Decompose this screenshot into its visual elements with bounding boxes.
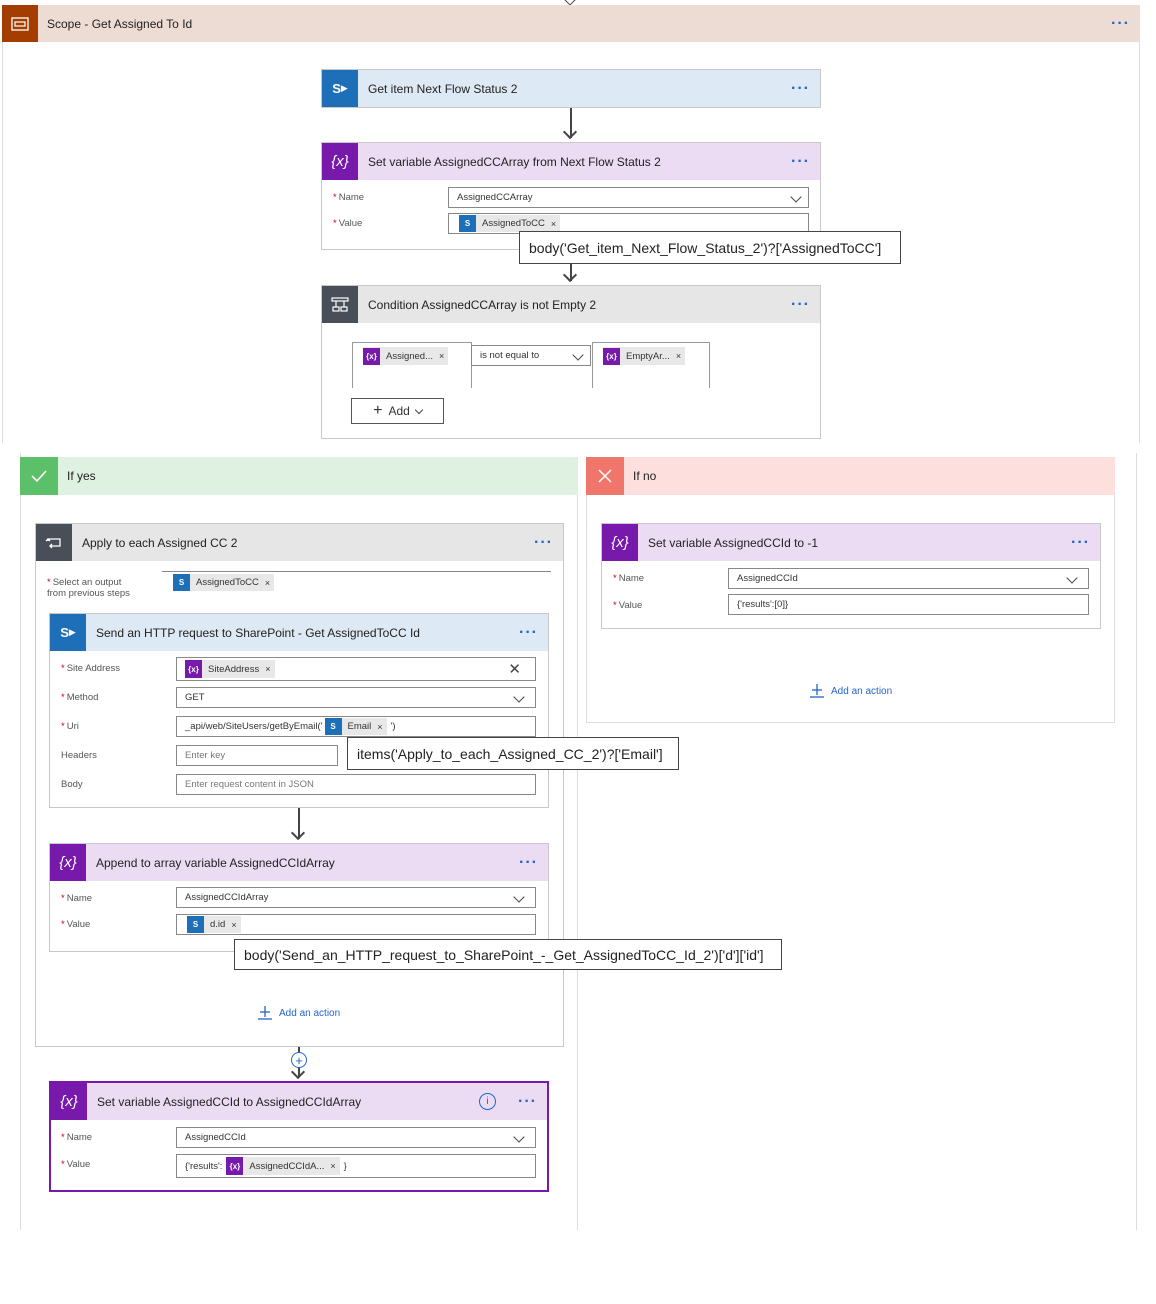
site-address-field[interactable]: {x} SiteAddress × ✕ — [176, 657, 536, 681]
scope-more-icon[interactable]: ··· — [1111, 15, 1130, 31]
add-action-button[interactable]: Add an action — [257, 1005, 340, 1021]
body-input[interactable]: Enter request content in JSON — [176, 774, 536, 795]
variable-icon: {x} — [602, 524, 638, 561]
name-label: * Name — [613, 573, 645, 584]
append-variable-card[interactable]: {x} Append to array variable AssignedCCI… — [49, 843, 549, 952]
http-title: Send an HTTP request to SharePoint - Get… — [96, 625, 420, 640]
check-icon — [20, 457, 58, 495]
condition-more-icon[interactable]: ··· — [791, 296, 810, 312]
append-more-icon[interactable]: ··· — [519, 854, 538, 870]
close-icon: × — [231, 919, 237, 930]
plus-icon: + — [373, 402, 383, 419]
value-label: * Value — [61, 1159, 91, 1170]
http-request-card[interactable]: S ▶ Send an HTTP request to SharePoint - … — [49, 613, 549, 808]
if-no-label: If no — [633, 469, 657, 483]
name-dropdown[interactable]: AssignedCCId — [728, 568, 1089, 589]
set-variable-no-more-icon[interactable]: ··· — [1071, 534, 1090, 550]
condition-right-operand[interactable]: {x} EmptyAr... × — [592, 342, 710, 388]
if-yes-label: If yes — [67, 469, 96, 483]
variable-icon: {x} — [603, 347, 620, 365]
add-condition-button[interactable]: + Add — [351, 398, 444, 424]
if-no-header[interactable]: If no — [586, 457, 1115, 495]
variable-icon: {x} — [322, 143, 358, 180]
name-dropdown[interactable]: AssignedCCIdArray — [176, 887, 536, 908]
set-variable-title: Set variable AssignedCCArray from Next F… — [368, 154, 661, 169]
uri-label: * Uri — [61, 721, 79, 732]
method-dropdown[interactable]: GET — [176, 687, 536, 708]
method-label: * Method — [61, 692, 99, 703]
sharepoint-icon: S — [187, 916, 204, 933]
close-icon: × — [439, 351, 445, 361]
name-label: * Name — [333, 192, 365, 203]
select-output-field[interactable]: S AssignedToCC × — [162, 571, 551, 593]
clear-icon[interactable]: ✕ — [508, 660, 521, 678]
x-icon — [586, 457, 624, 495]
close-icon: × — [330, 1161, 336, 1171]
condition-title: Condition AssignedCCArray is not Empty 2 — [368, 297, 597, 312]
http-more-icon[interactable]: ··· — [519, 624, 538, 640]
chevron-down-icon — [414, 405, 424, 414]
set-variable-no-title: Set variable AssignedCCId to -1 — [648, 535, 819, 550]
close-icon: × — [675, 351, 682, 361]
close-icon: × — [550, 218, 557, 229]
variable-icon: {x} — [51, 1083, 87, 1120]
if-yes-header[interactable]: If yes — [20, 457, 578, 495]
scope-title: Scope - Get Assigned To Id — [47, 16, 193, 31]
set-variable-final-title: Set variable AssignedCCId to AssignedCCI… — [97, 1094, 362, 1109]
sharepoint-icon: S ▶ — [322, 70, 358, 107]
get-item-title: Get item Next Flow Status 2 — [368, 81, 518, 96]
condition-left-operand[interactable]: {x} Assigned... × — [352, 342, 472, 388]
headers-key-input[interactable]: Enter key — [176, 745, 338, 766]
apply-to-each-more-icon[interactable]: ··· — [534, 534, 553, 550]
scope-header[interactable]: Scope - Get Assigned To Id ··· — [2, 5, 1140, 42]
value-label: * Value — [61, 919, 91, 930]
add-action-icon — [810, 684, 824, 698]
set-variable-final-card[interactable]: {x} Set variable AssignedCCId to Assigne… — [49, 1081, 549, 1192]
variable-icon: {x} — [226, 1157, 244, 1175]
value-label: * Value — [613, 600, 643, 611]
info-icon[interactable]: i — [479, 1093, 497, 1110]
headers-label: Headers — [61, 750, 97, 761]
value-label: * Value — [333, 218, 363, 229]
operator-dropdown[interactable]: is not equal to — [471, 345, 591, 366]
expression-tooltip: body('Send_an_HTTP_request_to_SharePoint… — [234, 939, 782, 970]
close-icon: × — [265, 664, 271, 674]
uri-field[interactable]: _api/web/SiteUsers/getByEmail(' S Email × … — [176, 716, 536, 737]
variable-icon: {x} — [50, 844, 86, 881]
apply-to-each-title: Apply to each Assigned CC 2 — [82, 535, 238, 550]
sharepoint-icon: S — [324, 718, 342, 735]
set-variable-final-more-icon[interactable]: ··· — [518, 1093, 537, 1109]
variable-icon: {x} — [185, 660, 202, 678]
set-variable-no-card[interactable]: {x} Set variable AssignedCCId to -1 ··· … — [601, 523, 1101, 629]
add-action-icon — [258, 1006, 272, 1020]
name-label: * Name — [61, 1132, 93, 1143]
value-field[interactable]: Sd.id × — [176, 914, 536, 935]
name-dropdown[interactable]: AssignedCCId — [176, 1127, 536, 1148]
value-field[interactable]: {'results': {x} AssignedCCIdA... × } — [176, 1154, 536, 1178]
get-item-more-icon[interactable]: ··· — [791, 80, 810, 96]
value-field[interactable]: {'results':[0]} — [728, 594, 1089, 615]
site-address-label: * Site Address — [61, 663, 121, 674]
scope-icon — [2, 5, 38, 42]
condition-card[interactable]: Condition AssignedCCArray is not Empty 2… — [321, 285, 821, 439]
sharepoint-icon: S — [459, 215, 476, 232]
close-icon: × — [264, 577, 271, 588]
select-output-label: * Select an output from previous steps — [47, 577, 130, 599]
sharepoint-icon: S — [173, 574, 190, 591]
condition-icon — [322, 286, 358, 323]
expression-tooltip: items('Apply_to_each_Assigned_CC_2')?['E… — [347, 737, 679, 770]
sharepoint-icon: S ▶ — [50, 614, 86, 651]
append-title: Append to array variable AssignedCCIdArr… — [96, 855, 335, 870]
set-variable-more-icon[interactable]: ··· — [791, 153, 810, 169]
add-action-button[interactable]: Add an action — [809, 683, 892, 699]
name-label: * Name — [61, 893, 93, 904]
close-icon: × — [377, 721, 383, 732]
loop-icon — [36, 524, 72, 561]
token-assignedtocc[interactable]: S AssignedToCC × — [459, 215, 561, 232]
get-item-card[interactable]: S ▶ Get item Next Flow Status 2 ··· — [321, 69, 821, 108]
variable-icon: {x} — [363, 347, 380, 365]
expression-tooltip: body('Get_item_Next_Flow_Status_2')?['As… — [519, 231, 901, 264]
name-dropdown[interactable]: AssignedCCArray — [448, 187, 809, 208]
body-label: Body — [61, 779, 83, 790]
